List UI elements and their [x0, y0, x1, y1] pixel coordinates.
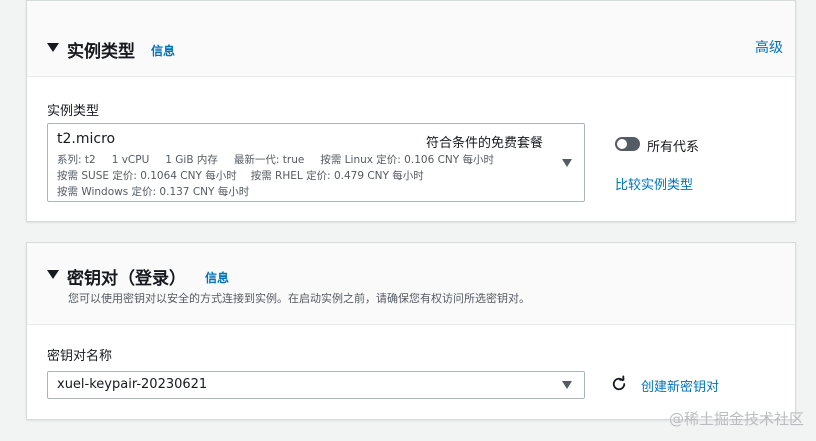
caret-down-icon[interactable]	[47, 43, 59, 52]
section-title[interactable]: 密钥对（登录）	[67, 264, 186, 289]
selected-keypair: xuel-keypair-20230621	[57, 377, 208, 392]
detail-rhel-price: 按需 RHEL 定价: 0.479 CNY 每小时	[250, 170, 424, 182]
create-keypair-link[interactable]: 创建新密钥对	[641, 376, 719, 395]
free-tier-label: 符合条件的免费套餐	[426, 136, 544, 151]
detail-vcpu: 1 vCPU	[111, 154, 150, 166]
field-label: 实例类型	[47, 104, 100, 119]
keypair-header: 密钥对（登录） 信息 您可以使用密钥对以安全的方式连接到实例。在启动实例之前，请…	[27, 243, 795, 325]
instance-type-select[interactable]: t2.micro 符合条件的免费套餐 系列: t2 1 vCPU 1 GiB 内存 最…	[47, 123, 585, 202]
advanced-link[interactable]: 高级	[755, 37, 783, 57]
detail-suse-price: 按需 SUSE 定价: 0.1064 CNY 每小时	[57, 170, 237, 182]
instance-type-header: 实例类型 信息 高级	[27, 1, 795, 77]
compare-instance-types-link[interactable]: 比较实例类型	[615, 174, 693, 193]
detail-windows-price: 按需 Windows 定价: 0.137 CNY 每小时	[57, 186, 250, 198]
dropdown-arrow-icon[interactable]	[562, 381, 572, 389]
detail-generation: 最新一代: true	[233, 154, 305, 166]
watermark: @稀土掘金技术社区	[668, 410, 804, 428]
selected-instance-type: t2.micro	[57, 131, 116, 147]
keypair-select[interactable]: xuel-keypair-20230621	[47, 371, 585, 399]
field-label: 密钥对名称	[47, 349, 113, 364]
instance-details-line: 按需 SUSE 定价: 0.1064 CNY 每小时 按需 RHEL 定价: 0.…	[57, 168, 438, 183]
instance-type-panel: 实例类型 信息 高级 实例类型 t2.micro 符合条件的免费套餐 系列: t…	[26, 0, 796, 222]
instance-details-line: 系列: t2 1 vCPU 1 GiB 内存 最新一代: true 按需 Linux 定…	[57, 152, 510, 167]
detail-series: 系列: t2	[57, 154, 96, 166]
keypair-panel: 密钥对（登录） 信息 您可以使用密钥对以安全的方式连接到实例。在启动实例之前，请…	[26, 242, 796, 420]
all-generations-toggle[interactable]	[615, 137, 640, 151]
refresh-icon[interactable]	[610, 375, 628, 393]
info-link[interactable]: 信息	[205, 269, 229, 286]
toggle-knob	[617, 139, 627, 149]
caret-down-icon[interactable]	[47, 270, 59, 279]
section-title[interactable]: 实例类型	[67, 37, 135, 62]
detail-linux-price: 按需 Linux 定价: 0.106 CNY 每小时	[320, 154, 495, 166]
detail-memory: 1 GiB 内存	[165, 154, 218, 166]
info-link[interactable]: 信息	[151, 42, 175, 59]
dropdown-arrow-icon[interactable]	[562, 159, 572, 167]
toggle-label[interactable]: 所有代系	[647, 136, 699, 155]
section-description: 您可以使用密钥对以安全的方式连接到实例。在启动实例之前，请确保您有权访问所选密钥…	[68, 292, 530, 305]
